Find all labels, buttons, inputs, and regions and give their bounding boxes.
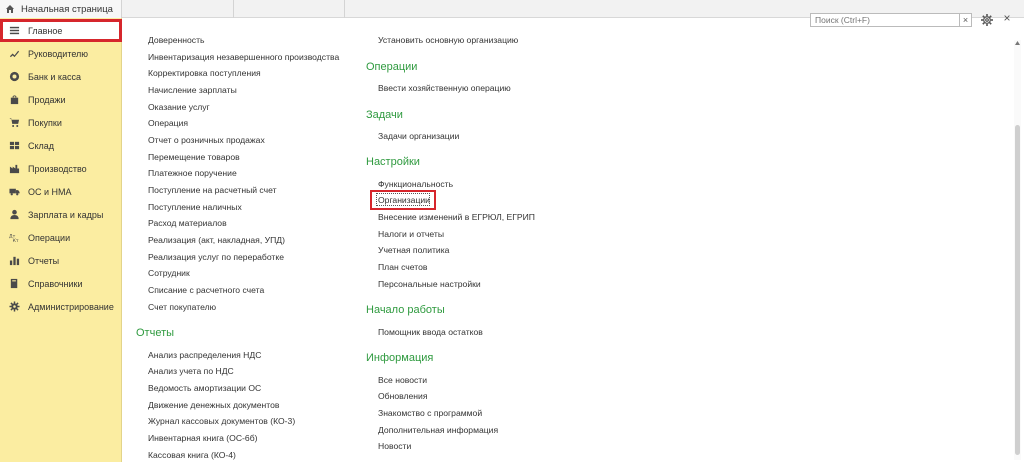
link-item[interactable]: Персональные настройки (378, 279, 481, 289)
link-item[interactable]: Установить основную организацию (378, 35, 518, 45)
link-item[interactable]: Внесение изменений в ЕГРЮЛ, ЕГРИП (378, 212, 535, 222)
sidebar-item-main[interactable]: Главное (0, 19, 122, 42)
link-item[interactable]: Анализ учета по НДС (148, 366, 234, 376)
link-item[interactable]: Реализация услуг по переработке (148, 252, 284, 262)
link-item[interactable]: Списание с расчетного счета (148, 285, 264, 295)
section-title-settings: Настройки (366, 156, 420, 168)
link-item[interactable]: Инвентаризация незавершенного производст… (148, 52, 339, 62)
link-item[interactable]: Задачи организации (378, 131, 459, 141)
factory-icon (8, 163, 20, 175)
link-item[interactable]: Ведомость амортизации ОС (148, 383, 261, 393)
sidebar-item-sales[interactable]: Продажи (0, 88, 122, 111)
sidebar-item-label: Склад (28, 140, 55, 151)
link-item[interactable]: Учетная политика (378, 245, 449, 255)
svg-text:Кт: Кт (12, 238, 18, 243)
link-item[interactable]: Обновления (378, 391, 428, 401)
gear-icon (8, 301, 20, 313)
books-icon (8, 278, 20, 290)
sidebar-item-manager[interactable]: Руководителю (0, 42, 122, 65)
home-tab[interactable]: Начальная страница (0, 0, 122, 18)
sidebar-item-catalogs[interactable]: Справочники (0, 272, 122, 295)
section-title-tasks: Задачи (366, 109, 403, 121)
scrollbar-thumb[interactable] (1015, 125, 1020, 455)
link-item[interactable]: Ввести хозяйственную операцию (378, 83, 511, 93)
link-item[interactable]: Доверенность (148, 35, 205, 45)
link-item[interactable]: Движение денежных документов (148, 400, 279, 410)
menu-lines-icon (8, 25, 20, 37)
warehouse-icon (8, 140, 20, 152)
truck-icon (8, 186, 20, 198)
link-item[interactable]: Перемещение товаров (148, 152, 240, 162)
link-item[interactable]: Помощник ввода остатков (378, 327, 483, 337)
sidebar-item-label: Справочники (28, 278, 83, 289)
link-item[interactable]: Налоги и отчеты (378, 229, 444, 239)
sidebar-item-operations[interactable]: Дт Кт Операции (0, 226, 122, 249)
search-input[interactable] (810, 13, 960, 27)
cart-icon (8, 117, 20, 129)
close-button[interactable]: × (1000, 11, 1014, 25)
link-item[interactable]: Счет покупателю (148, 302, 216, 312)
sidebar: Главное Руководителю Банк и касса Продаж… (0, 18, 122, 462)
coins-icon (8, 71, 20, 83)
link-item[interactable]: Корректировка поступления (148, 68, 261, 78)
sidebar-item-label: Руководителю (28, 48, 89, 59)
link-item[interactable]: Инвентарная книга (ОС-6б) (148, 433, 257, 443)
link-item[interactable]: Поступление наличных (148, 202, 242, 212)
sidebar-item-label: Продажи (28, 94, 66, 105)
link-item[interactable]: Операция (148, 118, 188, 128)
section-title-start: Начало работы (366, 304, 445, 316)
main-content: Доверенность Инвентаризация незавершенно… (123, 18, 1024, 462)
link-item[interactable]: Знакомство с программой (378, 408, 482, 418)
link-item[interactable]: Кассовая книга (КО-4) (148, 450, 236, 460)
section-title-info: Информация (366, 352, 434, 364)
sidebar-item-purchases[interactable]: Покупки (0, 111, 122, 134)
sidebar-item-warehouse[interactable]: Склад (0, 134, 122, 157)
highlight-frame (370, 190, 436, 210)
link-item[interactable]: Платежное поручение (148, 168, 237, 178)
sidebar-item-bank[interactable]: Банк и касса (0, 65, 122, 88)
section-title-reports: Отчеты (136, 327, 175, 339)
home-tab-label: Начальная страница (21, 3, 113, 15)
link-item[interactable]: Функциональность (378, 179, 453, 189)
link-item[interactable]: Анализ распределения НДС (148, 350, 261, 360)
trend-icon (8, 48, 20, 60)
person-icon (8, 209, 20, 221)
home-icon (6, 5, 14, 13)
link-item[interactable]: Оказание услуг (148, 102, 210, 112)
sidebar-item-production[interactable]: Производство (0, 157, 122, 180)
clear-search-button[interactable]: × (960, 13, 972, 27)
link-item[interactable]: Новости (378, 441, 411, 451)
sidebar-item-label: Производство (28, 163, 87, 174)
link-item[interactable]: Все новости (378, 375, 427, 385)
link-item[interactable]: Начисление зарплаты (148, 85, 237, 95)
link-item[interactable]: Дополнительная информация (378, 425, 498, 435)
sidebar-item-label: Администрирование (28, 301, 114, 312)
link-item[interactable]: Расход материалов (148, 218, 227, 228)
sidebar-item-label: Отчеты (28, 255, 60, 266)
section-title-operations: Операции (366, 61, 418, 73)
bar-chart-icon (8, 255, 20, 267)
sidebar-item-label: Зарплата и кадры (28, 209, 104, 220)
link-item[interactable]: Журнал кассовых документов (КО-3) (148, 416, 295, 426)
sidebar-item-label: ОС и НМА (28, 186, 72, 197)
sidebar-item-salary[interactable]: Зарплата и кадры (0, 203, 122, 226)
link-item[interactable]: Поступление на расчетный счет (148, 185, 277, 195)
tab-divider (344, 0, 345, 18)
sidebar-item-assets[interactable]: ОС и НМА (0, 180, 122, 203)
sidebar-item-label: Операции (28, 232, 71, 243)
sidebar-item-reports[interactable]: Отчеты (0, 249, 122, 272)
link-item[interactable]: Отчет о розничных продажах (148, 135, 265, 145)
sidebar-item-label: Банк и касса (28, 71, 81, 82)
link-item[interactable]: Реализация (акт, накладная, УПД) (148, 235, 285, 245)
settings-gear-icon[interactable] (980, 13, 994, 27)
sidebar-item-label: Главное (28, 25, 63, 36)
operations-icon: Дт Кт (8, 232, 20, 244)
link-item[interactable]: План счетов (378, 262, 427, 272)
link-item[interactable]: Сотрудник (148, 268, 190, 278)
tab-divider (233, 0, 234, 18)
sidebar-item-admin[interactable]: Администрирование (0, 295, 122, 318)
scroll-up-arrow-icon[interactable] (1014, 40, 1021, 46)
sidebar-item-label: Покупки (28, 117, 62, 128)
bag-icon (8, 94, 20, 106)
